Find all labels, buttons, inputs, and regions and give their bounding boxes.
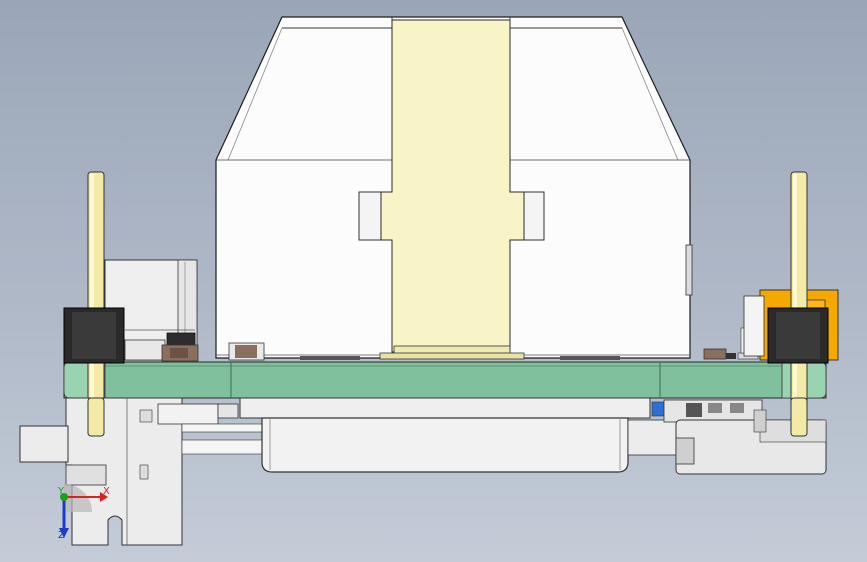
assembly-side-view <box>19 16 839 546</box>
axis-y-label: Y <box>58 486 65 497</box>
battery-housing <box>261 417 629 473</box>
axis-x-label: X <box>103 486 110 497</box>
cad-viewport[interactable]: X Y Z <box>0 0 867 562</box>
pcb-board <box>63 361 827 399</box>
flex-cable <box>379 19 525 360</box>
axis-z-label: Z <box>58 530 65 541</box>
